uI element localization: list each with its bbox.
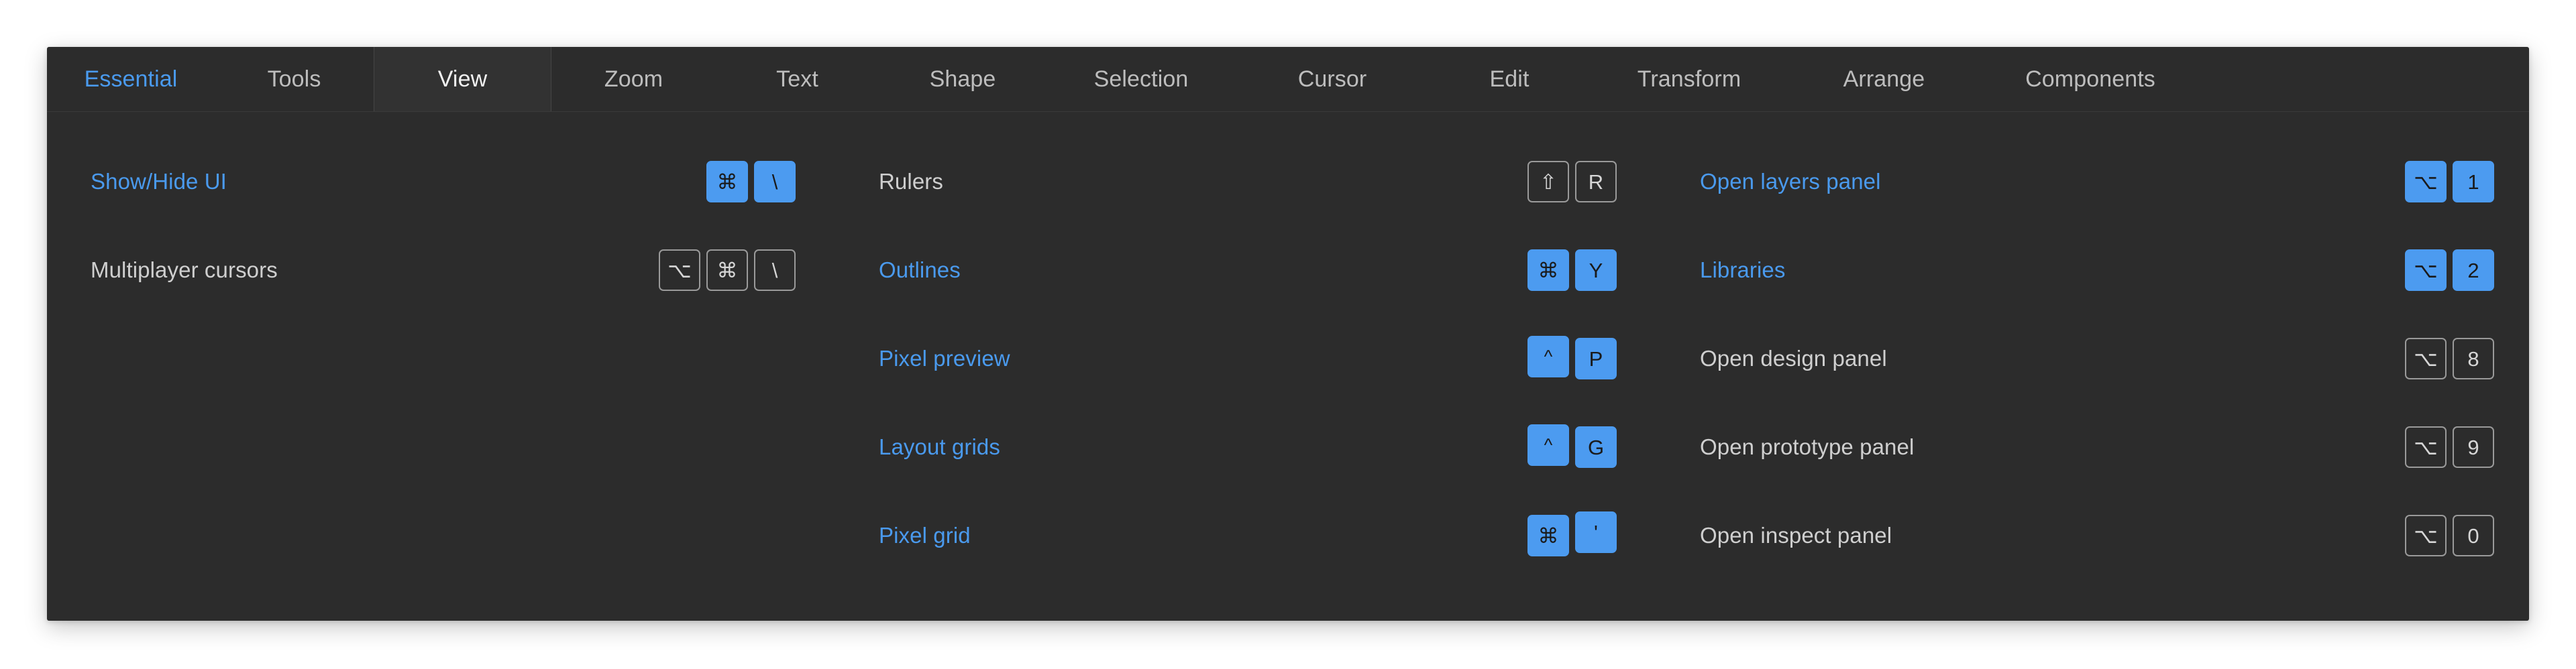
shortcut-row[interactable]: Outlines ⌘Y	[879, 226, 1617, 314]
digit-0-key: 0	[2453, 515, 2494, 556]
letter-p-key: P	[1575, 338, 1617, 379]
shortcut-key-group: ⌥2	[2405, 249, 2494, 291]
shortcut-key-group: ^P	[1527, 338, 1617, 379]
option-key: ⌥	[659, 249, 700, 291]
shortcut-label: Open inspect panel	[1700, 523, 1892, 548]
shortcut-key-group: ⌥0	[2405, 515, 2494, 556]
option-key: ⌥	[2405, 338, 2447, 379]
shift-key: ⇧	[1527, 161, 1569, 202]
option-key: ⌥	[2405, 249, 2447, 291]
shortcut-row[interactable]: Pixel grid ⌘'	[879, 491, 1617, 580]
option-key: ⌥	[2405, 161, 2447, 202]
shortcut-column-3: Open layers panel⌥1Libraries⌥2Open desig…	[1657, 132, 2529, 621]
shortcut-row[interactable]: Open prototype panel ⌥9	[1700, 403, 2494, 491]
control-key: ^	[1527, 336, 1569, 377]
shortcut-key-group: ⌥1	[2405, 161, 2494, 202]
command-key: ⌘	[1527, 249, 1569, 291]
shortcut-key-group: ⌥9	[2405, 426, 2494, 468]
keyboard-shortcuts-panel: EssentialToolsViewZoomTextShapeSelection…	[47, 47, 2529, 621]
shortcut-category-tabbar: EssentialToolsViewZoomTextShapeSelection…	[47, 47, 2529, 112]
shortcut-row[interactable]: Pixel preview ^P	[879, 314, 1617, 403]
shortcut-key-group: ⌥⌘\	[659, 249, 796, 291]
command-key: ⌘	[706, 161, 748, 202]
option-key: ⌥	[2405, 515, 2447, 556]
tab-view[interactable]: View	[374, 47, 551, 111]
shortcut-key-group: ^G	[1527, 426, 1617, 468]
shortcut-row[interactable]: Rulers ⇧R	[879, 137, 1617, 226]
shortcut-row[interactable]: Open design panel ⌥8	[1700, 314, 2494, 403]
tab-cursor[interactable]: Cursor	[1236, 47, 1429, 111]
shortcut-label: Show/Hide UI	[91, 169, 227, 194]
shortcut-label: Pixel preview	[879, 346, 1010, 371]
tab-tools[interactable]: Tools	[215, 47, 374, 111]
shortcut-column-1: Show/Hide UI⌘\Multiplayer cursors⌥⌘\	[47, 132, 837, 621]
shortcut-label: Libraries	[1700, 257, 1785, 283]
shortcut-label: Open prototype panel	[1700, 434, 1914, 460]
shortcut-key-group: ⌘'	[1527, 515, 1617, 556]
digit-2-key: 2	[2453, 249, 2494, 291]
backslash-key: \	[754, 161, 796, 202]
digit-9-key: 9	[2453, 426, 2494, 468]
shortcut-label: Layout grids	[879, 434, 1000, 460]
shortcut-label: Open design panel	[1700, 346, 1887, 371]
tab-arrange[interactable]: Arrange	[1788, 47, 1980, 111]
letter-g-key: G	[1575, 426, 1617, 468]
tab-text[interactable]: Text	[716, 47, 879, 111]
shortcut-key-group: ⌥8	[2405, 338, 2494, 379]
shortcut-row[interactable]: Layout grids ^G	[879, 403, 1617, 491]
shortcut-row[interactable]: Multiplayer cursors ⌥⌘\	[91, 226, 796, 314]
digit-1-key: 1	[2453, 161, 2494, 202]
shortcut-columns: Show/Hide UI⌘\Multiplayer cursors⌥⌘\Rule…	[47, 112, 2529, 621]
letter-r-key: R	[1575, 161, 1617, 202]
tab-shape[interactable]: Shape	[879, 47, 1046, 111]
shortcut-label: Outlines	[879, 257, 961, 283]
shortcut-label: Multiplayer cursors	[91, 257, 278, 283]
tab-edit[interactable]: Edit	[1429, 47, 1590, 111]
tab-essential[interactable]: Essential	[47, 47, 215, 111]
shortcut-key-group: ⌘\	[706, 161, 796, 202]
command-key: ⌘	[1527, 515, 1569, 556]
tab-zoom[interactable]: Zoom	[551, 47, 716, 111]
shortcut-label: Open layers panel	[1700, 169, 1881, 194]
control-key: ^	[1527, 424, 1569, 466]
shortcut-row[interactable]: Libraries ⌥2	[1700, 226, 2494, 314]
shortcut-key-group: ⇧R	[1527, 161, 1617, 202]
tab-components[interactable]: Components	[1980, 47, 2201, 111]
tab-transform[interactable]: Transform	[1590, 47, 1788, 111]
letter-y-key: Y	[1575, 249, 1617, 291]
screen-root: EssentialToolsViewZoomTextShapeSelection…	[0, 0, 2576, 669]
command-key: ⌘	[706, 249, 748, 291]
shortcut-row[interactable]: Show/Hide UI ⌘\	[91, 137, 796, 226]
shortcut-row[interactable]: Open layers panel ⌥1	[1700, 137, 2494, 226]
shortcut-key-group: ⌘Y	[1527, 249, 1617, 291]
tab-selection[interactable]: Selection	[1046, 47, 1236, 111]
digit-8-key: 8	[2453, 338, 2494, 379]
shortcut-label: Pixel grid	[879, 523, 971, 548]
apostrophe-key: '	[1575, 511, 1617, 553]
shortcut-column-2: Rulers⇧ROutlines⌘YPixel preview^PLayout …	[837, 132, 1657, 621]
shortcut-row[interactable]: Open inspect panel ⌥0	[1700, 491, 2494, 580]
backslash-key: \	[754, 249, 796, 291]
shortcut-label: Rulers	[879, 169, 943, 194]
option-key: ⌥	[2405, 426, 2447, 468]
